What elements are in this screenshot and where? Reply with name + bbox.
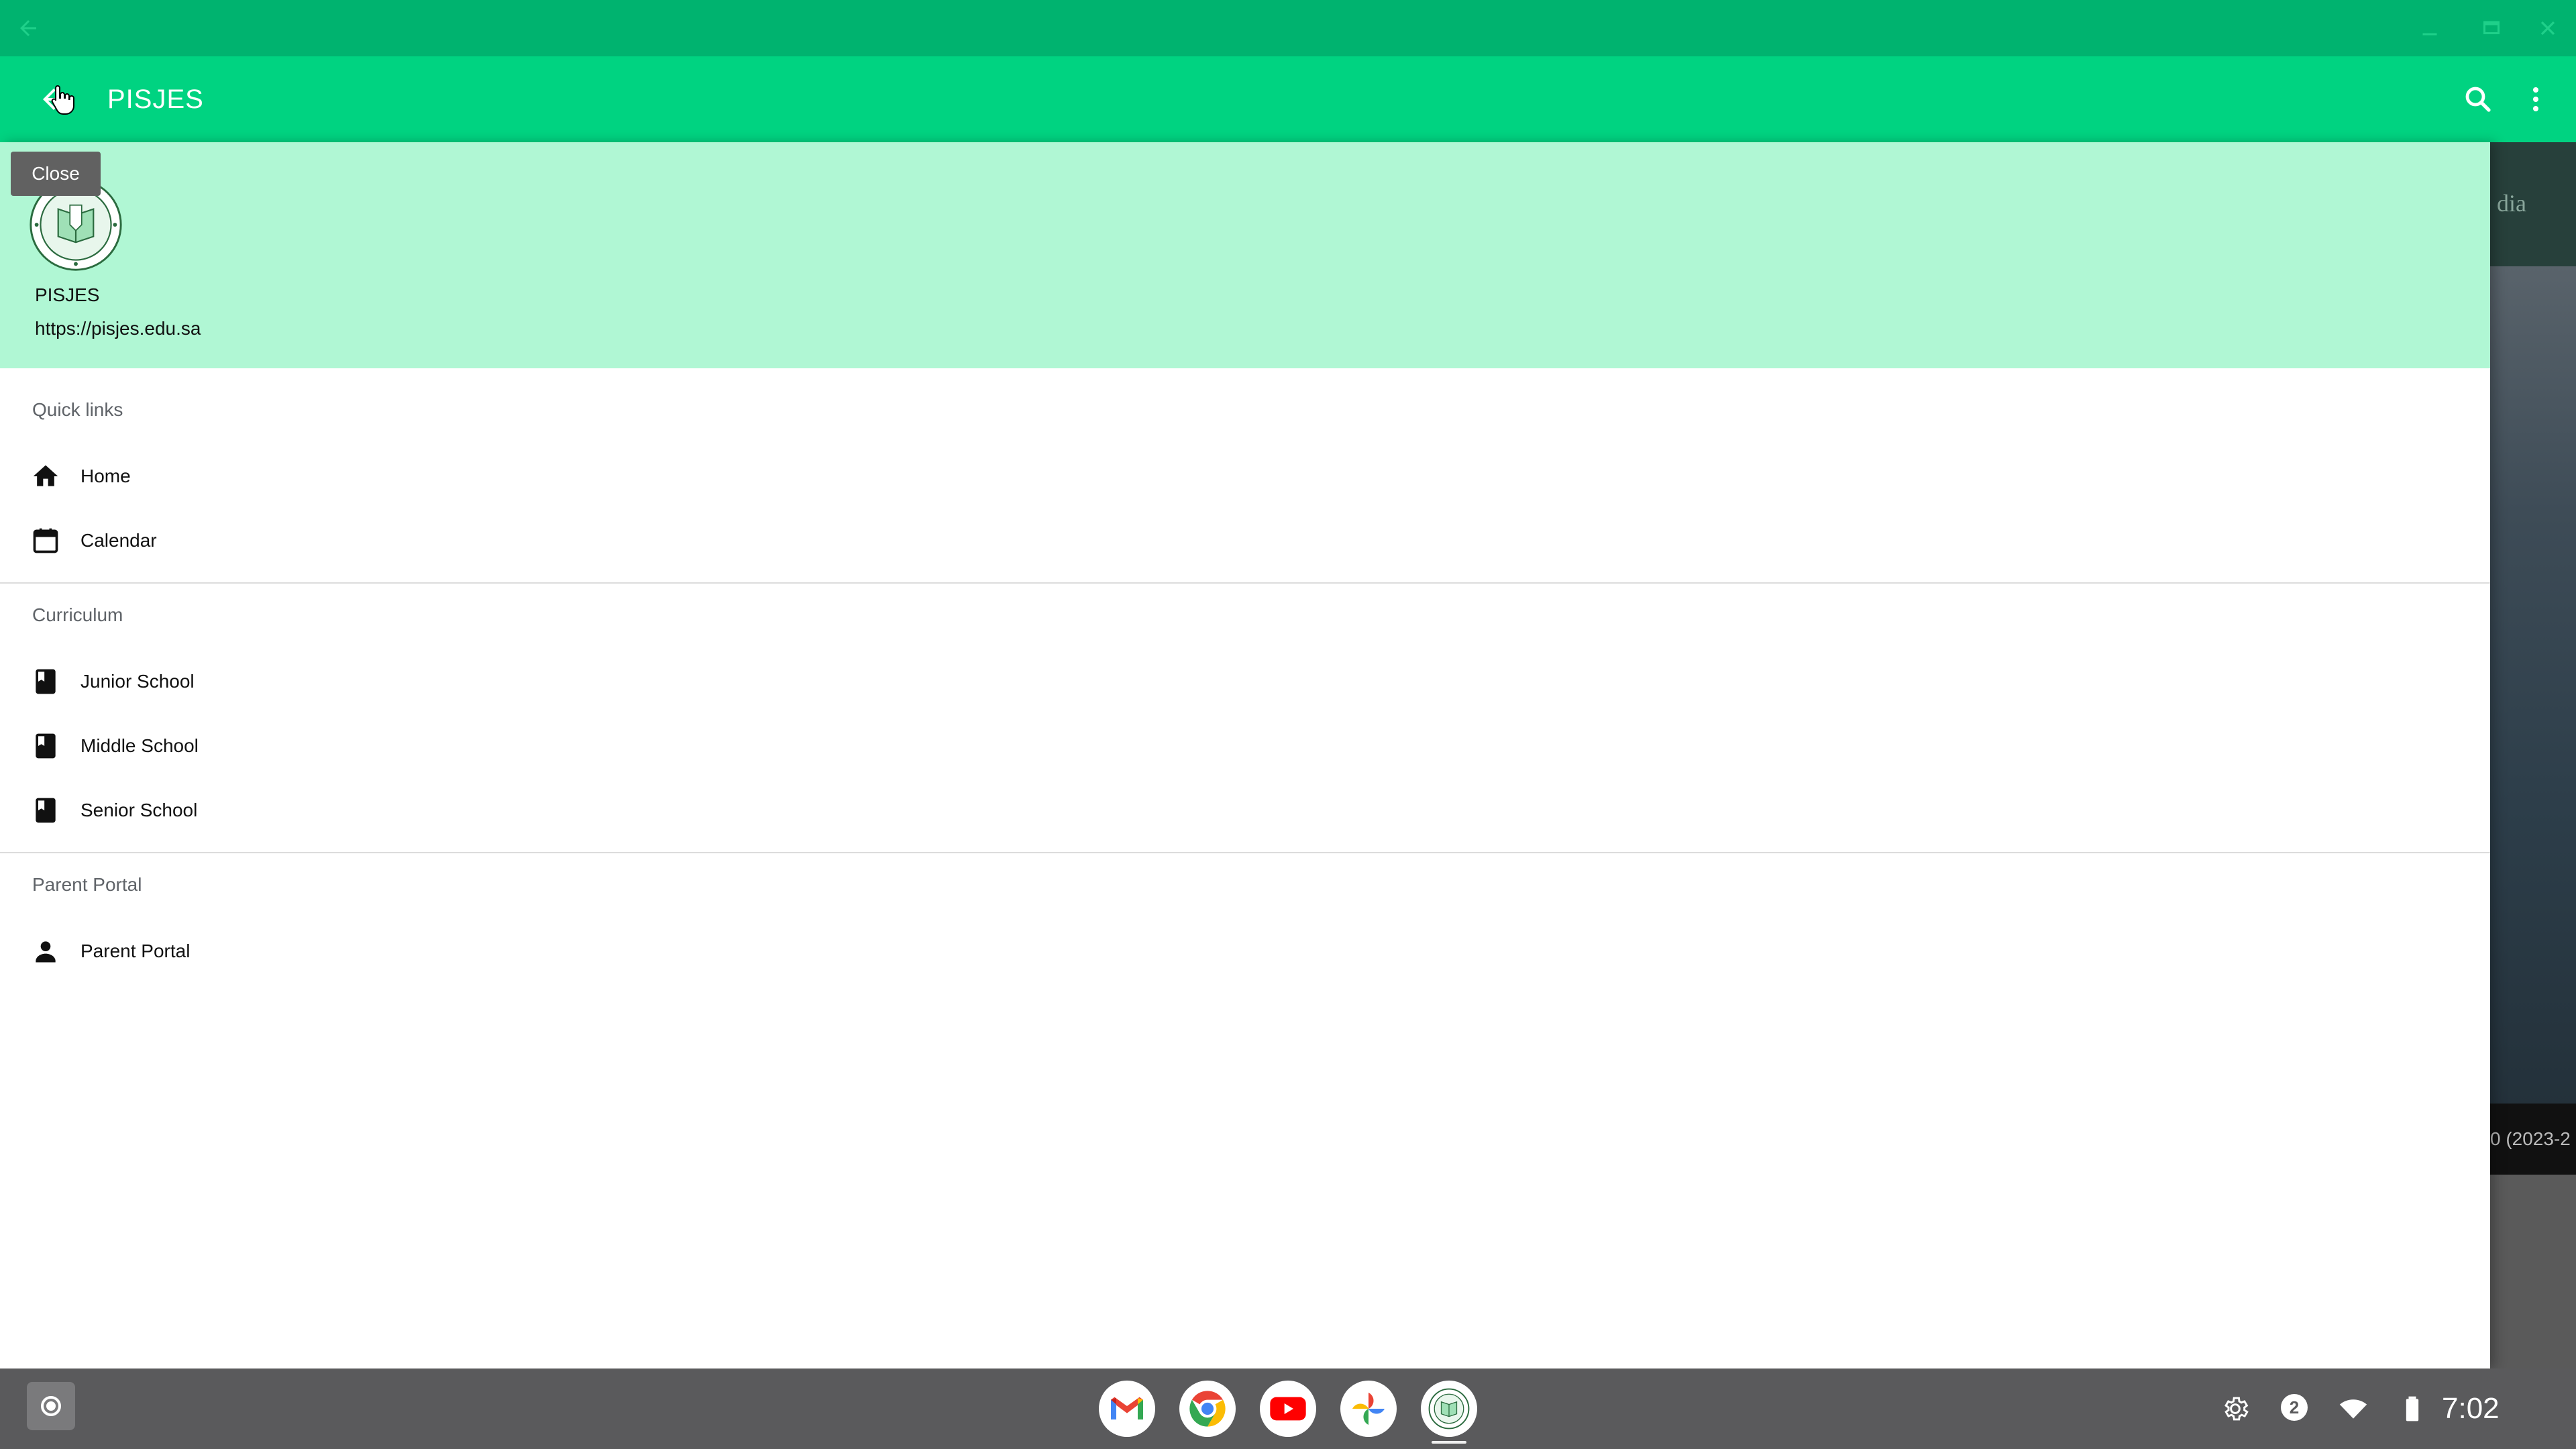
nav-item-middle-school[interactable]: Middle School	[0, 714, 2490, 778]
background-image	[2490, 266, 2576, 1246]
book-icon	[30, 794, 62, 826]
drawer-header-title: PISJES	[35, 284, 100, 305]
hand-cursor-icon	[51, 85, 74, 115]
nav-item-label: Middle School	[80, 735, 199, 756]
home-icon	[30, 460, 62, 492]
pisjes-app-icon[interactable]	[1421, 1381, 1477, 1437]
navigation-drawer: PISJES https://pisjes.edu.sa Quick links…	[0, 142, 2490, 1368]
nav-item-home[interactable]: Home	[0, 444, 2490, 508]
section-label-quick-links: Quick links	[32, 399, 123, 420]
page-title: PISJES	[107, 85, 204, 114]
nav-item-label: Senior School	[80, 800, 198, 820]
section-label-curriculum: Curriculum	[32, 604, 123, 625]
google-photos-icon[interactable]	[1340, 1381, 1397, 1437]
frame-back-icon[interactable]	[12, 12, 44, 44]
settings-gear-icon[interactable]	[2219, 1393, 2251, 1425]
section-label-parent-portal: Parent Portal	[32, 874, 142, 895]
close-window-icon[interactable]	[2532, 12, 2564, 44]
launcher-button[interactable]	[27, 1382, 75, 1430]
background-page: dia 0 (2023-2	[2490, 142, 2576, 1368]
launcher-icon	[41, 1396, 61, 1416]
nav-item-label: Home	[80, 466, 131, 486]
background-caption: 0 (2023-2	[2490, 1104, 2576, 1175]
notification-count-badge[interactable]: 2	[2281, 1394, 2308, 1421]
person-icon	[30, 935, 62, 967]
nav-item-label: Junior School	[80, 671, 195, 692]
close-tooltip: Close	[11, 152, 101, 196]
clock[interactable]: 7:02	[2442, 1368, 2500, 1449]
nav-item-label: Calendar	[80, 530, 157, 551]
wifi-icon[interactable]	[2337, 1393, 2369, 1425]
nav-item-calendar[interactable]: Calendar	[0, 508, 2490, 573]
restore-icon[interactable]	[2475, 12, 2508, 44]
app-bar: PISJES	[0, 56, 2576, 142]
calendar-icon	[30, 525, 62, 557]
search-icon[interactable]	[2451, 72, 2505, 126]
background-footer	[2490, 1175, 2576, 1368]
nav-item-junior-school[interactable]: Junior School	[0, 649, 2490, 714]
more-vert-icon[interactable]	[2509, 72, 2563, 126]
gmail-icon[interactable]	[1099, 1381, 1155, 1437]
book-icon	[30, 665, 62, 698]
minimize-icon[interactable]	[2414, 12, 2446, 44]
divider	[0, 852, 2490, 853]
drawer-header: PISJES https://pisjes.edu.sa	[0, 142, 2490, 368]
youtube-icon[interactable]	[1260, 1381, 1316, 1437]
background-menu-text: dia	[2497, 190, 2526, 217]
background-nav: dia	[2490, 142, 2576, 266]
book-icon	[30, 730, 62, 762]
shelf: 2 7:02	[0, 1368, 2576, 1449]
active-app-indicator	[1432, 1441, 1466, 1444]
battery-icon[interactable]	[2396, 1393, 2428, 1425]
drawer-header-url[interactable]: https://pisjes.edu.sa	[35, 318, 201, 339]
chrome-icon[interactable]	[1179, 1381, 1236, 1437]
nav-item-parent-portal[interactable]: Parent Portal	[0, 919, 2490, 983]
divider	[0, 582, 2490, 584]
nav-item-label: Parent Portal	[80, 941, 191, 961]
nav-item-senior-school[interactable]: Senior School	[0, 778, 2490, 843]
window-frame-bar	[0, 0, 2576, 56]
